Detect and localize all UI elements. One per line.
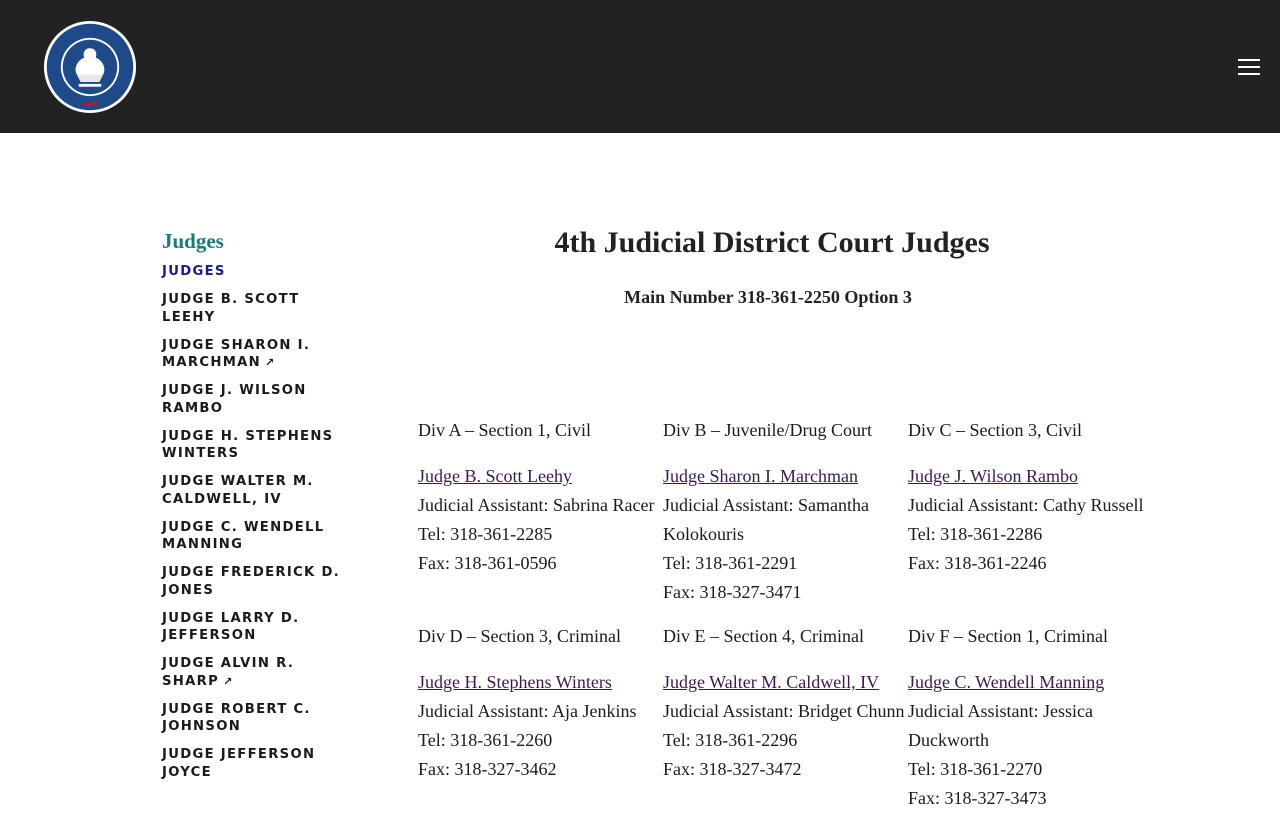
sidebar-item-label: JUDGE JEFFERSON JOYCE <box>162 747 316 780</box>
judicial-assistant: Judicial Assistant: Jessica Duckworth <box>908 701 1093 750</box>
sidebar-item-label: JUDGES <box>162 264 226 279</box>
sidebar-item-label: JUDGE C. WENDELL MANNING <box>162 519 325 553</box>
judge-link-row: Judge Walter M. Caldwell, IV <box>663 668 908 697</box>
main-phone-number: Main Number 318-361-2250 Option 3 <box>624 287 912 307</box>
sidebar-item-11[interactable]: JUDGE JEFFERSON JOYCE <box>162 746 352 781</box>
telephone: Tel: 318-361-2285 <box>418 524 553 544</box>
fax: Fax: 318-361-2246 <box>908 553 1047 573</box>
hamburger-menu-icon[interactable] <box>1236 56 1262 78</box>
sidebar-item-5[interactable]: JUDGE WALTER M. CALDWELL, IV <box>162 473 352 508</box>
division-card: Div C – Section 3, Civil Judge J. Wilson … <box>908 416 1153 607</box>
judicial-assistant: Judicial Assistant: Samantha Kolokouris <box>663 495 869 544</box>
telephone: Tel: 318-361-2270 <box>908 759 1043 779</box>
telephone: Tel: 318-361-2291 <box>663 553 798 573</box>
menu-bar <box>1238 73 1260 75</box>
sidebar-item-label: JUDGE FREDERICK D. JONES <box>162 565 341 598</box>
division-label: Div F – Section 1, Criminal <box>908 626 1108 646</box>
fax: Fax: 318-327-3473 <box>908 788 1047 808</box>
sidebar-item-4[interactable]: JUDGE H. STEPHENS WINTERS <box>162 428 352 463</box>
judge-link[interactable]: Judge C. Wendell Manning <box>908 672 1104 692</box>
sidebar-item-label: JUDGE SHARON I. MARCHMAN <box>162 337 311 371</box>
judge-link[interactable]: Judge Sharon I. Marchman <box>663 466 858 486</box>
telephone: Tel: 318-361-2296 <box>663 730 798 750</box>
fax: Fax: 318-327-3472 <box>663 759 802 779</box>
division-label: Div A – Section 1, Civil <box>418 420 592 440</box>
telephone: Tel: 318-361-2260 <box>418 730 553 750</box>
sidebar-item-label: JUDGE ROBERT C. JOHNSON <box>162 701 311 735</box>
judicial-assistant: Judicial Assistant: Cathy Russell <box>908 495 1144 515</box>
division-card: Div F – Section 1, Criminal Judge C. Wend… <box>908 622 1153 813</box>
division-label: Div D – Section 3, Criminal <box>418 626 621 646</box>
division-card: Div B – Juvenile/Drug Court Judge Sharon … <box>663 416 908 607</box>
judge-link[interactable]: Judge B. Scott Leehy <box>418 466 572 486</box>
sidebar-item-0[interactable]: JUDGES <box>162 263 352 281</box>
sidebar-links: JUDGES JUDGE B. SCOTT LEEHY JUDGE SHARON I… <box>162 263 352 781</box>
sidebar-item-label: JUDGE LARRY D. JEFFERSON <box>162 610 300 644</box>
fax: Fax: 318-327-3462 <box>418 759 557 779</box>
judge-link[interactable]: Judge Walter M. Caldwell, IV <box>663 672 879 692</box>
judges-grid: Div A – Section 1, Civil Judge B. Scott L… <box>418 416 1158 813</box>
sidebar-item-label: JUDGE J. WILSON RAMBO <box>162 383 307 416</box>
page-title: 4th Judicial District Court Judges <box>554 226 990 259</box>
judge-link[interactable]: Judge J. Wilson Rambo <box>908 466 1078 486</box>
external-link-icon: ↗ <box>223 674 234 688</box>
site-header <box>0 0 1280 133</box>
sidebar-item-8[interactable]: JUDGE LARRY D. JEFFERSON <box>162 610 352 645</box>
division-label: Div B – Juvenile/Drug Court <box>663 420 872 440</box>
sidebar-item-label: JUDGE H. STEPHENS WINTERS <box>162 428 334 462</box>
louisiana-seal-icon <box>43 20 137 114</box>
sidebar-item-9[interactable]: JUDGE ALVIN R. SHARP ↗ <box>162 655 352 690</box>
sidebar-item-label: JUDGE B. SCOTT LEEHY <box>162 292 300 325</box>
sidebar-item-7[interactable]: JUDGE FREDERICK D. JONES <box>162 564 352 599</box>
judicial-assistant: Judicial Assistant: Sabrina Racer <box>418 495 655 515</box>
fax: Fax: 318-327-3471 <box>663 582 802 602</box>
division-card: Div E – Section 4, Criminal Judge Walter … <box>663 622 908 813</box>
sidebar-item-10[interactable]: JUDGE ROBERT C. JOHNSON <box>162 701 352 736</box>
judge-link[interactable]: Judge H. Stephens Winters <box>418 672 612 692</box>
sidebar-item-1[interactable]: JUDGE B. SCOTT LEEHY <box>162 291 352 326</box>
division-card: Div A – Section 1, Civil Judge B. Scott L… <box>418 416 663 607</box>
sidebar-nav: Judges JUDGES JUDGE B. SCOTT LEEHY JUDGE S… <box>162 227 352 792</box>
telephone: Tel: 318-361-2286 <box>908 524 1043 544</box>
judicial-assistant: Judicial Assistant: Bridget Chunn <box>663 701 905 721</box>
sidebar-item-label: JUDGE WALTER M. CALDWELL, IV <box>162 474 314 507</box>
menu-bar <box>1238 66 1260 68</box>
judge-link-row: Judge J. Wilson Rambo <box>908 462 1153 491</box>
judge-link-row: Judge Sharon I. Marchman <box>663 462 908 491</box>
division-label: Div E – Section 4, Criminal <box>663 626 864 646</box>
sidebar-item-6[interactable]: JUDGE C. WENDELL MANNING <box>162 519 352 554</box>
judge-link-row: Judge B. Scott Leehy <box>418 462 663 491</box>
fax: Fax: 318-361-0596 <box>418 553 557 573</box>
menu-bar <box>1238 59 1260 61</box>
division-label: Div C – Section 3, Civil <box>908 420 1083 440</box>
judge-link-row: Judge C. Wendell Manning <box>908 668 1153 697</box>
judge-link-row: Judge H. Stephens Winters <box>418 668 663 697</box>
judicial-assistant: Judicial Assistant: Aja Jenkins <box>418 701 637 721</box>
division-card: Div D – Section 3, Criminal Judge H. Step… <box>418 622 663 813</box>
sidebar-item-3[interactable]: JUDGE J. WILSON RAMBO <box>162 382 352 417</box>
external-link-icon: ↗ <box>264 356 276 369</box>
sidebar-item-2[interactable]: JUDGE SHARON I. MARCHMAN ↗ <box>162 337 352 372</box>
sidebar-heading: Judges <box>162 229 224 253</box>
